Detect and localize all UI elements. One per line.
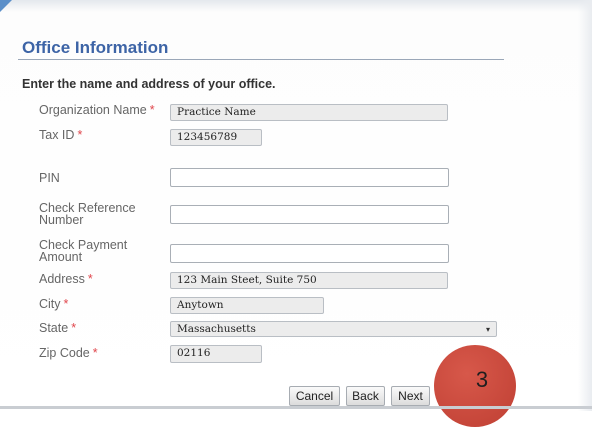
form-intro-text: Enter the name and address of your offic… [22,77,276,91]
state-selected-value: Massachusetts [177,323,256,335]
cancel-button[interactable]: Cancel [289,386,340,406]
zip-code-field[interactable]: 02116 [170,345,262,363]
dropdown-arrow-icon: ▾ [485,325,490,334]
required-marker: * [77,128,83,142]
address-label: Address * [39,272,93,286]
bottom-border [0,406,592,409]
organization-name-label: Organization Name * [39,103,155,117]
required-marker: * [149,103,155,117]
check-reference-field[interactable] [170,205,449,224]
city-field[interactable]: Anytown [170,297,324,314]
section-title: Office Information [22,38,169,57]
title-divider [18,59,504,60]
state-label: State * [39,321,77,335]
pin-label: PIN [39,171,60,185]
zip-code-label: Zip Code * [39,346,98,360]
city-label: City * [39,297,69,311]
organization-name-field[interactable]: Practice Name [170,104,448,121]
check-reference-label: Check Reference Number [39,201,136,227]
required-marker: * [71,321,77,335]
required-marker: * [87,272,93,286]
tax-id-label: Tax ID * [39,128,83,142]
check-payment-field[interactable] [170,244,449,263]
pin-field[interactable] [170,168,449,187]
step-number-badge: 3 [434,345,516,427]
tax-id-field[interactable]: 123456789 [170,129,262,146]
state-select[interactable]: Massachusetts ▾ [170,321,497,337]
next-button[interactable]: Next [391,386,430,406]
back-button[interactable]: Back [346,386,385,406]
required-marker: * [92,346,98,360]
corner-accent [0,0,12,12]
required-marker: * [63,297,69,311]
right-edge-shadow [578,0,592,411]
top-shadow [0,0,592,12]
check-payment-label: Check Payment Amount [39,238,128,264]
step-number: 3 [475,367,489,392]
address-field[interactable]: 123 Main Steet, Suite 750 [170,272,448,289]
